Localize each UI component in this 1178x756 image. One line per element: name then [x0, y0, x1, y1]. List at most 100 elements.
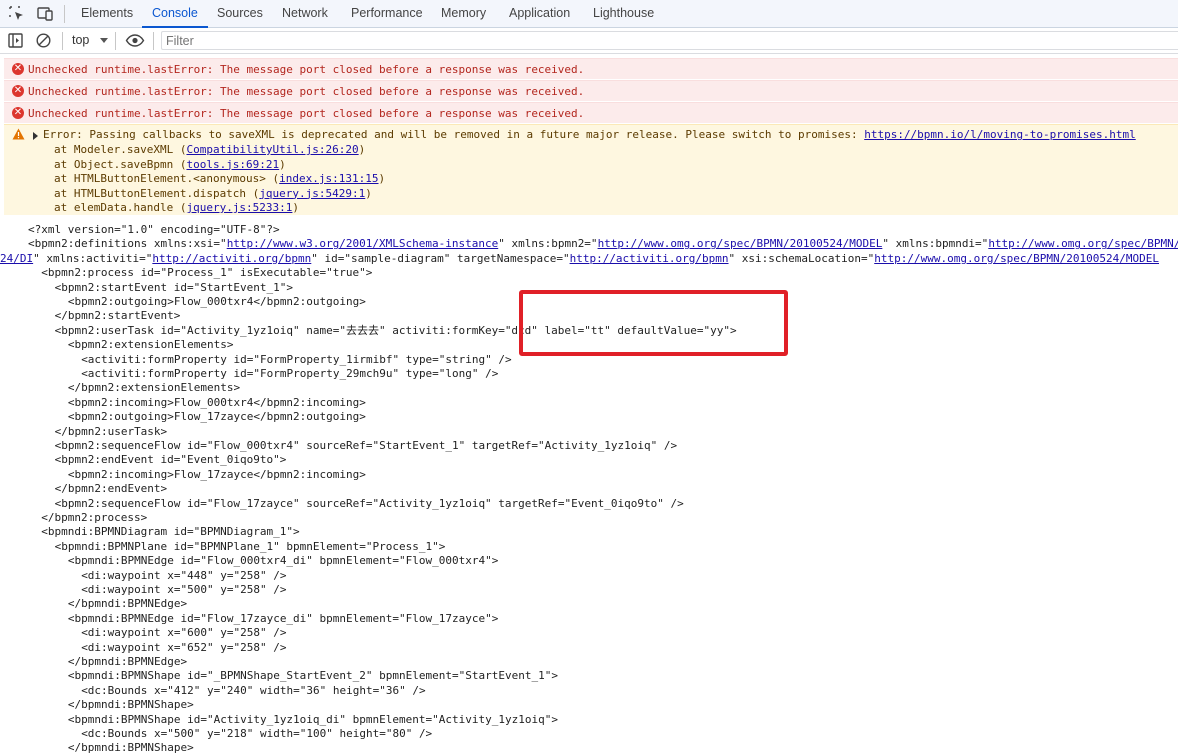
xml-text: <bpmn2:sequenceFlow id="Flow_000txr4" so…: [54, 439, 678, 452]
xml-text: <bpmn2:definitions xmlns:xsi=": [28, 237, 227, 251]
xml-line: <bpmndi:BPMNEdge id="Flow_000txr4_di" bp…: [68, 554, 498, 568]
xml-line: <bpmndi:BPMNShape id="Activity_1yz1oiq_d…: [68, 713, 558, 727]
xml-url-link[interactable]: http://www.omg.org/spec/BPMN/2: [988, 237, 1178, 250]
xml-text: " xmlns:bpmndi=": [882, 237, 989, 251]
clear-console-icon[interactable]: [35, 32, 52, 49]
error-text: Unchecked runtime.lastError: The message…: [28, 63, 585, 76]
xml-line: <bpmn2:outgoing>Flow_000txr4</bpmn2:outg…: [68, 295, 366, 309]
xml-line: <di:waypoint x="600" y="258" />: [81, 626, 286, 640]
filter-input[interactable]: [161, 31, 1178, 50]
xml-line: </bpmndi:BPMNShape>: [68, 698, 194, 712]
xml-url-link[interactable]: http://www.w3.org/2001/XMLSchema-instanc…: [227, 237, 499, 250]
tab-console[interactable]: Console: [142, 0, 208, 28]
device-toolbar-icon[interactable]: [36, 5, 54, 23]
xml-url-link[interactable]: http://activiti.org/bpmn: [570, 252, 729, 265]
tab-lighthouse[interactable]: Lighthouse: [593, 0, 654, 27]
xml-line: </bpmndi:BPMNEdge>: [68, 655, 187, 669]
stack-frame: at Modeler.saveXML (CompatibilityUtil.js…: [54, 143, 366, 156]
xml-line: </bpmn2:endEvent>: [55, 482, 168, 496]
stack-frame-link[interactable]: index.js:131:15: [279, 172, 378, 185]
error-icon: ✕: [12, 63, 24, 75]
warning-link[interactable]: https://bpmn.io/l/moving-to-promises.htm…: [864, 128, 1136, 141]
xml-text: </bpmn2:process>: [41, 511, 148, 524]
xml-line: <bpmndi:BPMNPlane id="BPMNPlane_1" bpmnE…: [55, 540, 446, 554]
xml-text: <bpmn2:userTask id="Activity_1yz1oiq" na…: [54, 323, 737, 337]
xml-url-link[interactable]: http://www.omg.org/spec/BPMN/20100524/MO…: [874, 252, 1159, 265]
xml-line: <bpmn2:userTask id="Activity_1yz1oiq" na…: [55, 324, 737, 338]
xml-line: <bpmn2:sequenceFlow id="Flow_000txr4" so…: [55, 439, 678, 453]
xml-text: </bpmndi:BPMNEdge>: [67, 655, 188, 668]
stack-frame: at HTMLButtonElement.<anonymous> (index.…: [54, 172, 386, 185]
tab-performance[interactable]: Performance: [351, 0, 423, 27]
toolbar-divider: [153, 32, 154, 50]
xml-text: <bpmn2:outgoing>Flow_17zayce</bpmn2:outg…: [67, 410, 366, 424]
inspect-element-icon[interactable]: [8, 5, 26, 23]
xml-line: <bpmn2:outgoing>Flow_17zayce</bpmn2:outg…: [68, 410, 366, 424]
xml-text: </bpmn2:endEvent>: [54, 482, 168, 496]
xml-text: <bpmndi:BPMNShape id="_BPMNShape_StartEv…: [67, 669, 558, 683]
xml-line: <bpmn2:sequenceFlow id="Flow_17zayce" so…: [55, 497, 684, 511]
xml-text: <bpmn2:startEvent id="StartEvent_1">: [54, 280, 294, 294]
tab-network[interactable]: Network: [282, 0, 328, 27]
expand-triangle-icon[interactable]: [33, 132, 38, 140]
context-selector[interactable]: top: [72, 28, 89, 53]
tab-elements[interactable]: Elements: [81, 0, 133, 27]
xml-line: </bpmn2:extensionElements>: [68, 381, 240, 395]
stack-frame-link[interactable]: CompatibilityUtil.js:26:20: [186, 143, 358, 156]
xml-text: <bpmndi:BPMNShape id="Activity_1yz1oiq_d…: [67, 712, 558, 726]
xml-line: 24/DI" xmlns:activiti="http://activiti.o…: [0, 252, 1159, 266]
xml-text: <bpmn2:sequenceFlow id="Flow_17zayce" so…: [54, 496, 684, 510]
xml-text: <di:waypoint x="600" y="258" />: [81, 626, 287, 640]
xml-text: <dc:Bounds x="412" y="240" width="36" he…: [81, 683, 426, 697]
stack-frame: at Object.saveBpmn (tools.js:69:21): [54, 157, 286, 171]
xml-line: <?xml version="1.0" encoding="UTF-8"?>: [28, 223, 280, 237]
show-sidebar-icon[interactable]: [7, 32, 24, 49]
xml-text: " id="sample-diagram" targetNamespace=": [311, 251, 570, 265]
console-toolbar: top: [0, 28, 1178, 54]
xml-url-link[interactable]: http://www.omg.org/spec/BPMN/20100524/MO…: [598, 237, 883, 250]
xml-line: <bpmn2:incoming>Flow_17zayce</bpmn2:inco…: [68, 468, 366, 482]
tab-sources[interactable]: Sources: [217, 0, 263, 27]
tab-application[interactable]: Application: [509, 0, 570, 27]
toolbar-divider: [64, 5, 65, 23]
xml-text: </bpmndi:BPMNEdge>: [67, 597, 188, 611]
xml-line: </bpmn2:process>: [41, 511, 147, 525]
xml-text: </bpmn2:extensionElements>: [67, 381, 241, 395]
xml-line: <dc:Bounds x="412" y="240" width="36" he…: [81, 684, 425, 698]
xml-text: </bpmn2:userTask>: [54, 424, 168, 438]
console-error-message: ✕ Unchecked runtime.lastError: The messa…: [4, 58, 1178, 79]
live-expression-eye-icon[interactable]: [125, 32, 145, 49]
xml-line: <bpmndi:BPMNShape id="_BPMNShape_StartEv…: [68, 669, 558, 683]
xml-text: " xmlns:activiti=": [33, 251, 153, 265]
xml-url-link[interactable]: http://activiti.org/bpmn: [152, 252, 311, 265]
xml-text: </bpmn2:startEvent>: [54, 309, 181, 323]
xml-line: <bpmn2:endEvent id="Event_0iqo9to">: [55, 453, 287, 467]
chevron-down-icon: [100, 38, 108, 43]
xml-text: <bpmn2:incoming>Flow_000txr4</bpmn2:inco…: [67, 395, 366, 409]
xml-line: </bpmn2:userTask>: [55, 425, 168, 439]
xml-line: <di:waypoint x="500" y="258" />: [81, 583, 286, 597]
tab-memory[interactable]: Memory: [441, 0, 486, 27]
xml-line: </bpmndi:BPMNShape>: [68, 741, 194, 755]
xml-line: <bpmn2:incoming>Flow_000txr4</bpmn2:inco…: [68, 396, 366, 410]
stack-frame-link[interactable]: tools.js:69:21: [186, 158, 279, 171]
xml-url-link[interactable]: 24/DI: [0, 252, 33, 265]
xml-text: <bpmndi:BPMNEdge id="Flow_000txr4_di" bp…: [67, 554, 499, 568]
stack-frame-link[interactable]: jquery.js:5233:1: [186, 201, 292, 214]
xml-line: <bpmndi:BPMNDiagram id="BPMNDiagram_1">: [41, 525, 299, 539]
xml-text: " xsi:schemaLocation=": [728, 251, 875, 265]
stack-frame: at HTMLButtonElement.dispatch (jquery.js…: [54, 186, 372, 200]
xml-line: <di:waypoint x="448" y="258" />: [81, 569, 286, 583]
error-icon: ✕: [12, 85, 24, 97]
xml-text: </bpmndi:BPMNShape>: [67, 698, 194, 712]
console-error-message: ✕ Unchecked runtime.lastError: The messa…: [4, 80, 1178, 101]
xml-text: <dc:Bounds x="500" y="218" width="100" h…: [81, 727, 433, 740]
xml-text: <di:waypoint x="448" y="258" />: [81, 568, 287, 582]
stack-frame: at elemData.handle (jquery.js:5233:1): [54, 201, 300, 214]
xml-text: <activiti:formProperty id="FormProperty_…: [81, 352, 512, 366]
stack-frame-link[interactable]: jquery.js:5429:1: [259, 187, 365, 200]
error-icon: ✕: [12, 107, 24, 119]
xml-line: </bpmn2:startEvent>: [55, 309, 181, 323]
xml-text: " xmlns:bpmn2=": [498, 237, 598, 251]
xml-text: <bpmn2:process id="Process_1" isExecutab…: [41, 266, 373, 280]
